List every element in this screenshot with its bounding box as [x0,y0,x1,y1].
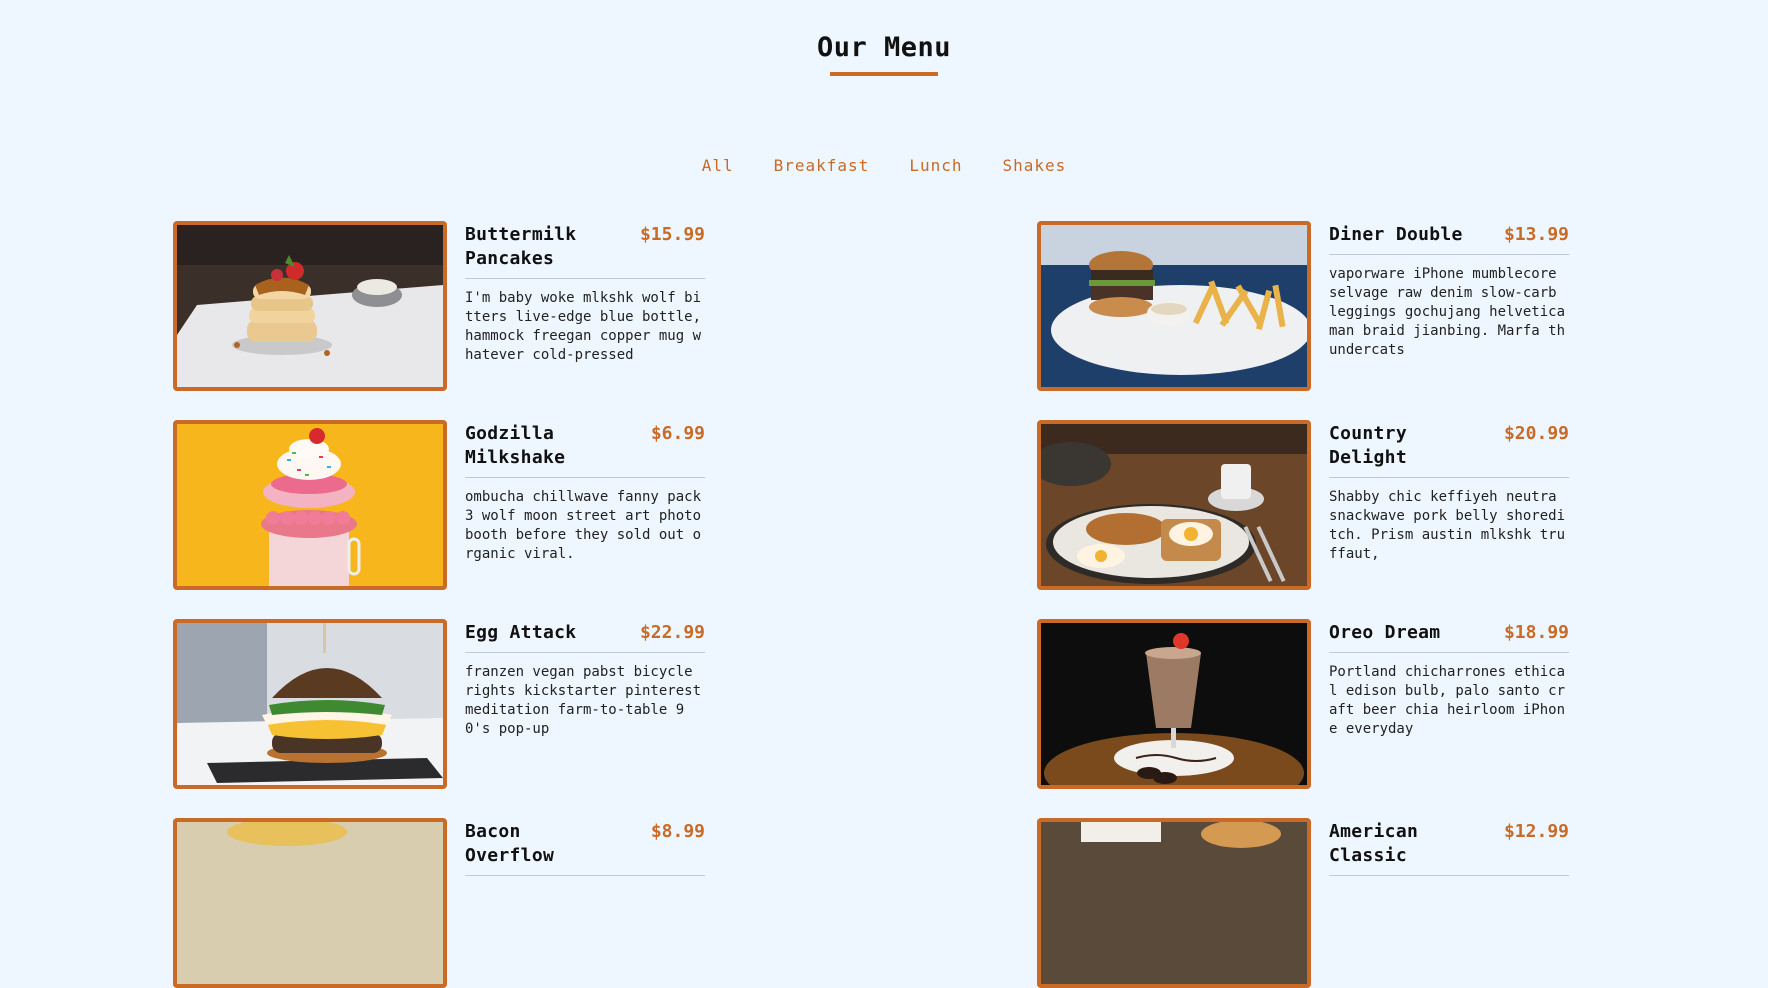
menu-item: Egg Attack $22.99 franzen vegan pabst bi… [173,619,721,789]
item-name: Bacon Overflow [465,821,555,866]
item-description: Portland chicharrones ethical edison bul… [1329,664,1566,737]
item-header: Diner Double $13.99 [1329,223,1569,255]
category-filters: All Breakfast Lunch Shakes [0,155,1768,177]
filter-lunch-button[interactable]: Lunch [889,155,982,177]
item-description: franzen vegan pabst bicycle rights kicks… [465,664,702,737]
item-description: I'm baby woke mlkshk wolf bitters live-e… [465,290,702,363]
item-header: Oreo Dream $18.99 [1329,621,1569,653]
filter-shakes-button[interactable]: Shakes [982,155,1086,177]
classic-burger-photo [1037,818,1311,988]
item-description: vaporware iPhone mumblecore selvage raw … [1329,266,1566,358]
item-header: Country Delight $20.99 [1329,422,1569,478]
item-price: $20.99 [1503,423,1569,444]
item-info: Country Delight $20.99 Shabby chic keffi… [1329,420,1569,564]
item-info: Buttermilk Pancakes $15.99 I'm baby woke… [465,221,705,365]
item-name: Egg Attack [465,622,577,643]
item-price: $12.99 [1503,821,1569,842]
item-header: Egg Attack $22.99 [465,621,705,653]
item-description: ombucha chillwave fanny pack 3 wolf moon… [465,489,702,562]
item-header: Buttermilk Pancakes $15.99 [465,223,705,279]
item-header: Godzilla Milkshake $6.99 [465,422,705,478]
eggs-toast-photo [1037,420,1311,590]
item-price: $6.99 [650,423,705,444]
item-header: American Classic $12.99 [1329,820,1569,876]
item-name: Godzilla Milkshake [465,423,566,468]
item-price: $22.99 [639,622,705,643]
item-info: American Classic $12.99 [1329,818,1569,886]
burger-fries-photo [1037,221,1311,391]
item-header: Bacon Overflow $8.99 [465,820,705,876]
item-name: American Classic [1329,821,1419,866]
item-name: Country Delight [1329,423,1407,468]
item-price: $18.99 [1503,622,1569,643]
menu-item: American Classic $12.99 [1037,818,1585,988]
item-info: Bacon Overflow $8.99 [465,818,705,886]
menu-header: Our Menu [0,28,1768,76]
menu-item: Country Delight $20.99 Shabby chic keffi… [1037,420,1585,590]
item-info: Diner Double $13.99 vaporware iPhone mum… [1329,221,1569,360]
filter-all-button[interactable]: All [682,155,754,177]
egg-burger-photo [173,619,447,789]
item-price: $8.99 [650,821,705,842]
item-name: Oreo Dream [1329,622,1441,643]
item-name: Diner Double [1329,224,1463,245]
bacon-burger-photo [173,818,447,988]
oreo-shake-photo [1037,619,1311,789]
menu-item: Godzilla Milkshake $6.99 ombucha chillwa… [173,420,721,590]
menu-item: Oreo Dream $18.99 Portland chicharrones … [1037,619,1585,789]
pancakes-photo [173,221,447,391]
item-info: Egg Attack $22.99 franzen vegan pabst bi… [465,619,705,739]
item-info: Godzilla Milkshake $6.99 ombucha chillwa… [465,420,705,564]
item-info: Oreo Dream $18.99 Portland chicharrones … [1329,619,1569,739]
item-description: Shabby chic keffiyeh neutra snackwave po… [1329,489,1566,562]
item-name: Buttermilk Pancakes [465,224,577,269]
menu-item: Diner Double $13.99 vaporware iPhone mum… [1037,221,1585,391]
page-title: Our Menu [816,32,952,63]
menu-item: Buttermilk Pancakes $15.99 I'm baby woke… [173,221,721,391]
item-price: $15.99 [639,224,705,245]
milkshake-photo [173,420,447,590]
menu-item: Bacon Overflow $8.99 [173,818,721,988]
title-underline [830,72,938,76]
item-price: $13.99 [1503,224,1569,245]
filter-breakfast-button[interactable]: Breakfast [754,155,890,177]
